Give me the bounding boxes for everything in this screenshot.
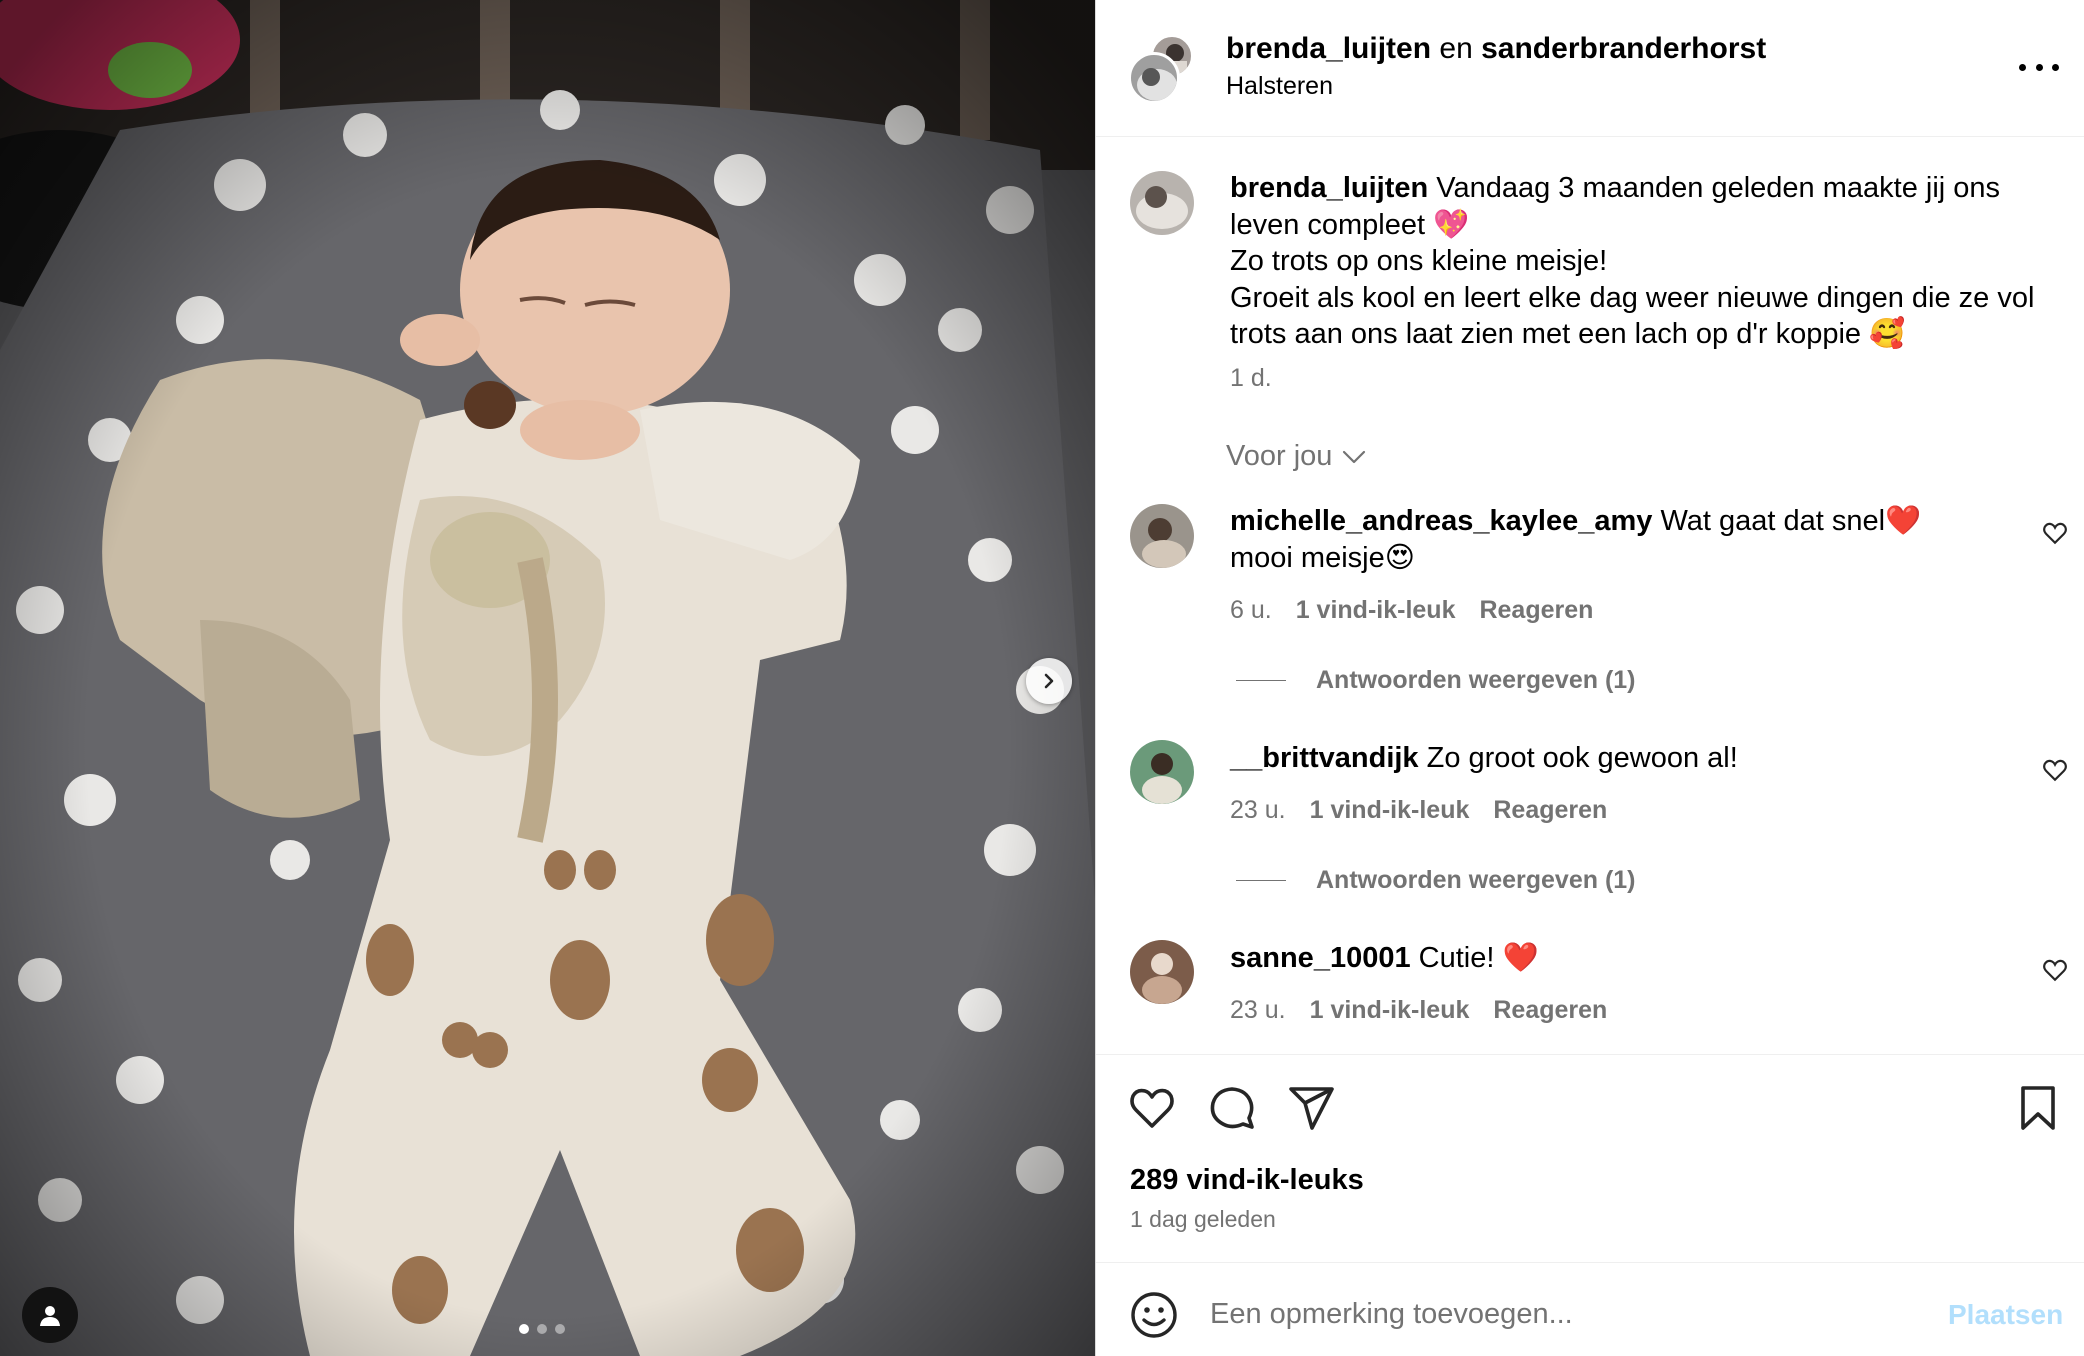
chevron-right-icon [1044, 673, 1054, 689]
caption-time: 1 d. [1230, 364, 1272, 392]
comment-text: Cutie! ❤️ [1418, 942, 1539, 974]
baby-photo-image [0, 0, 1095, 1356]
author-joiner: en [1439, 32, 1473, 65]
reply-button[interactable]: Reageren [1493, 796, 1607, 825]
carousel-dot [537, 1324, 547, 1334]
view-replies-button[interactable]: Antwoorden weergeven (1) [1236, 666, 1636, 695]
next-photo-button[interactable] [1026, 658, 1072, 704]
caption-line: Zo trots op ons kleine meisje! [1230, 245, 1608, 277]
comment-username[interactable]: sanne_10001 [1230, 942, 1411, 974]
carousel-dot [555, 1324, 565, 1334]
comment-username[interactable]: michelle_andreas_kaylee_amy [1230, 505, 1652, 537]
actions-divider [1096, 1054, 2084, 1056]
comment-meta: 6 u. 1 vind-ik-leuk Reageren [1230, 596, 1593, 625]
comment-input[interactable] [1208, 1285, 1912, 1343]
author-username[interactable]: brenda_luijten [1226, 32, 1431, 65]
comment-body: michelle_andreas_kaylee_amy Wat gaat dat… [1230, 503, 1990, 577]
comment-time: 23 u. [1230, 796, 1286, 824]
filter-label: Voor jou [1226, 440, 1333, 472]
author-username[interactable]: sanderbranderhorst [1481, 32, 1766, 65]
comment-likes-link[interactable]: 1 vind-ik-leuk [1296, 596, 1456, 625]
view-replies-label: Antwoorden weergeven (1) [1316, 666, 1636, 694]
comment-meta: 23 u. 1 vind-ik-leuk Reageren [1230, 796, 1607, 825]
carousel-indicator [519, 1324, 565, 1334]
user-tag-icon [40, 1306, 60, 1326]
comment-text: Zo groot ook gewoon al! [1426, 742, 1738, 774]
post-date: 1 dag geleden [1130, 1206, 1276, 1232]
post-side-panel: brenda_luijten en sanderbranderhorst Hal… [1095, 0, 2084, 1356]
heart-icon[interactable] [2042, 520, 2068, 546]
post-caption: brenda_luijten Vandaag 3 maanden geleden… [1230, 170, 2050, 353]
collab-avatars[interactable] [1128, 34, 1194, 104]
comment-username[interactable]: __brittvandijk [1230, 742, 1419, 774]
chevron-down-icon [1343, 450, 1366, 463]
caption-username[interactable]: brenda_luijten [1230, 172, 1428, 204]
share-icon[interactable] [1288, 1084, 1336, 1132]
carousel-dot [519, 1324, 529, 1334]
comment-filter-dropdown[interactable]: Voor jou [1226, 440, 1366, 473]
comment-likes-link[interactable]: 1 vind-ik-leuk [1310, 996, 1470, 1025]
post-location[interactable]: Halsteren [1226, 72, 1333, 101]
bookmark-icon[interactable] [2014, 1084, 2062, 1132]
reply-button[interactable]: Reageren [1479, 596, 1593, 625]
add-comment-bar: Plaatsen [1096, 1262, 2084, 1356]
comment-likes-link[interactable]: 1 vind-ik-leuk [1310, 796, 1470, 825]
comment-meta: 23 u. 1 vind-ik-leuk Reageren [1230, 996, 1607, 1025]
emoji-icon[interactable] [1130, 1291, 1178, 1339]
view-replies-button[interactable]: Antwoorden weergeven (1) [1236, 866, 1636, 895]
comment-time: 23 u. [1230, 996, 1286, 1024]
post-authors: brenda_luijten en sanderbranderhorst [1226, 32, 1766, 66]
comment-body: __brittvandijk Zo groot ook gewoon al! [1230, 740, 1990, 777]
avatar[interactable] [1130, 740, 1194, 804]
avatar [1128, 52, 1180, 104]
heart-icon[interactable] [2042, 957, 2068, 983]
post-photo [0, 0, 1095, 1356]
avatar[interactable] [1130, 171, 1194, 235]
heart-icon[interactable] [1128, 1084, 1176, 1132]
avatar[interactable] [1130, 504, 1194, 568]
comment-body: sanne_10001 Cutie! ❤️ [1230, 940, 1990, 977]
comment-icon[interactable] [1208, 1084, 1256, 1132]
heart-icon[interactable] [2042, 757, 2068, 783]
caption-line: Groeit als kool en leert elke dag weer n… [1230, 281, 2035, 351]
view-replies-label: Antwoorden weergeven (1) [1316, 866, 1636, 894]
more-options-icon[interactable] [2019, 52, 2059, 82]
tagged-users-button[interactable] [22, 1287, 78, 1343]
avatar[interactable] [1130, 940, 1194, 1004]
reply-button[interactable]: Reageren [1493, 996, 1607, 1025]
comment-time: 6 u. [1230, 596, 1272, 624]
post-header: brenda_luijten en sanderbranderhorst Hal… [1096, 0, 2084, 137]
likes-count[interactable]: 289 vind-ik-leuks [1130, 1164, 1364, 1197]
post-comment-button[interactable]: Plaatsen [1948, 1299, 2063, 1331]
